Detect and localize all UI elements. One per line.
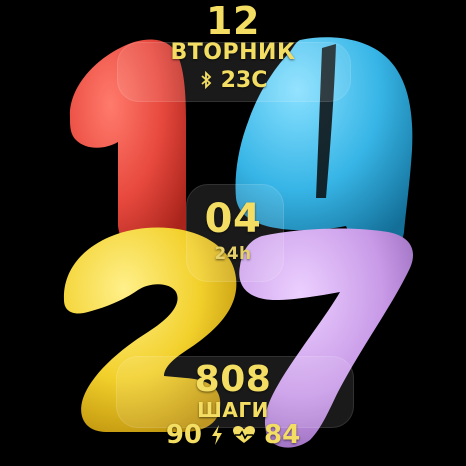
bluetooth-icon — [199, 71, 213, 89]
seconds: 04 — [204, 196, 262, 242]
heart-pulse-icon — [232, 425, 256, 445]
steps-label: ШАГИ — [197, 398, 269, 422]
date-day: 12 — [206, 0, 260, 43]
temperature: 23C — [220, 67, 268, 93]
lightning-icon — [210, 424, 224, 446]
battery-value: 90 — [165, 420, 202, 450]
battery-heart-row: 90 84 — [0, 420, 466, 450]
weekday: ВТОРНИК — [170, 40, 296, 65]
watch-face: 12 ВТОРНИК 23C 04 24h 808 ШАГИ 90 84 — [0, 0, 466, 466]
heart-rate-value: 84 — [264, 420, 301, 450]
steps-count: 808 — [194, 359, 272, 400]
weather-row: 23C — [0, 67, 466, 93]
time-format: 24h — [214, 244, 252, 264]
